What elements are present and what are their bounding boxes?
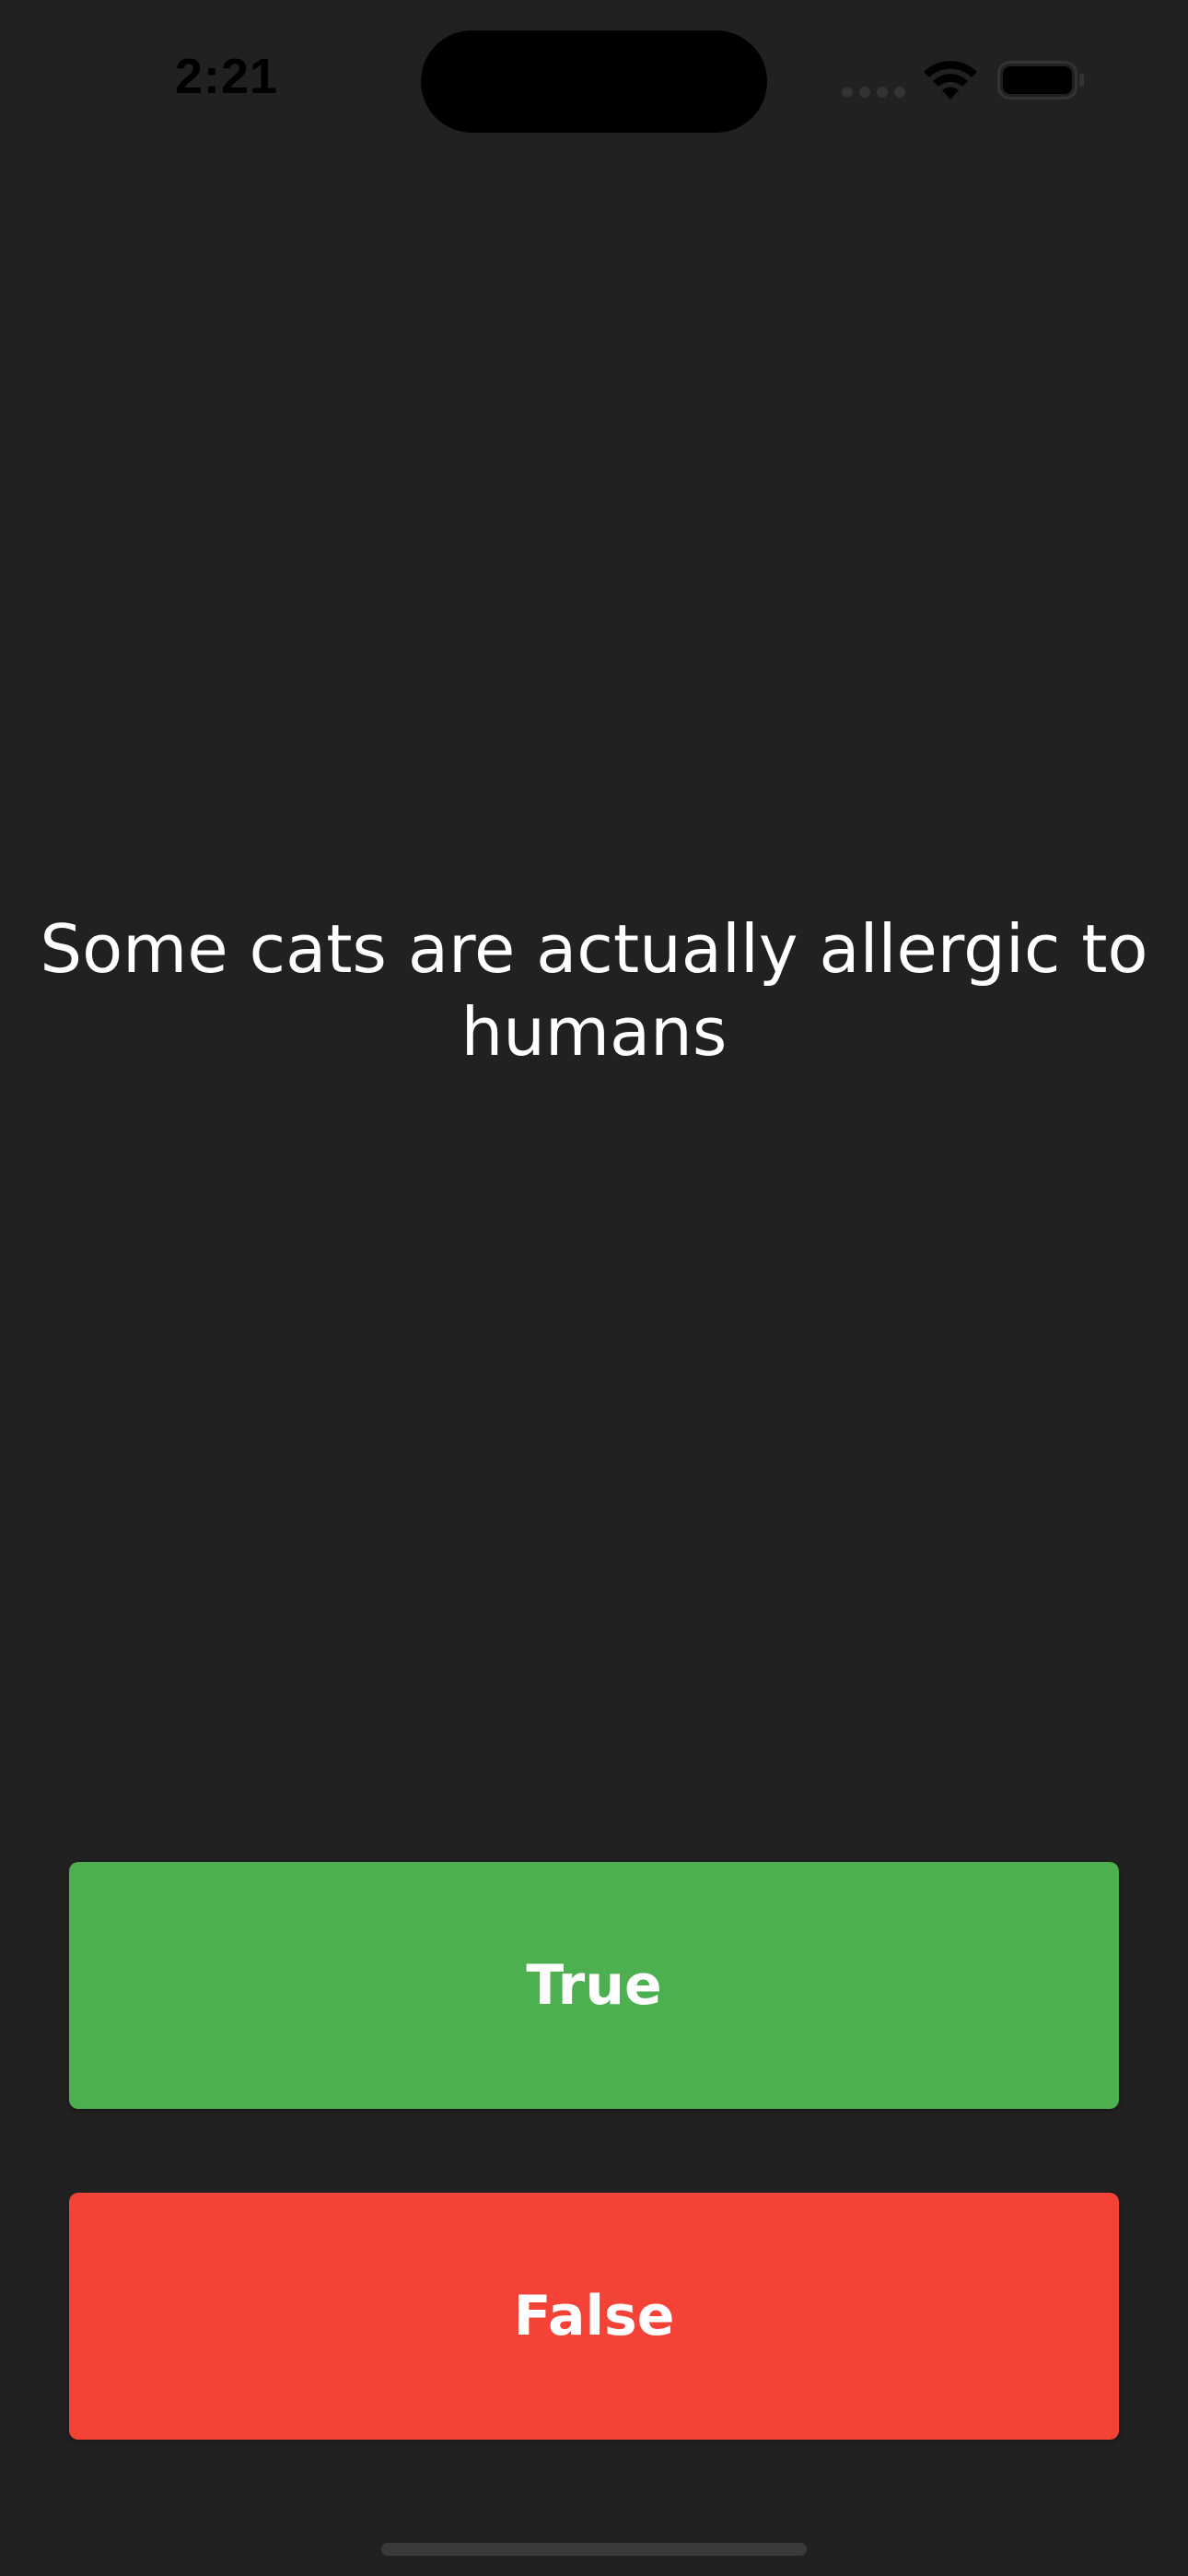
false-button[interactable]: False <box>69 2193 1119 2440</box>
wifi-icon <box>924 60 977 100</box>
quiz-screen: 2:21 Some cats are actually allergic to … <box>0 0 1188 2576</box>
true-button[interactable]: True <box>69 1862 1119 2109</box>
battery-icon <box>997 61 1084 100</box>
status-bar: 2:21 <box>0 0 1188 157</box>
cellular-signal-icon <box>842 87 906 98</box>
question-text: Some cats are actually allergic to human… <box>40 910 1148 1071</box>
home-indicator[interactable] <box>381 2543 807 2556</box>
dynamic-island <box>421 30 767 133</box>
status-time: 2:21 <box>175 49 279 104</box>
